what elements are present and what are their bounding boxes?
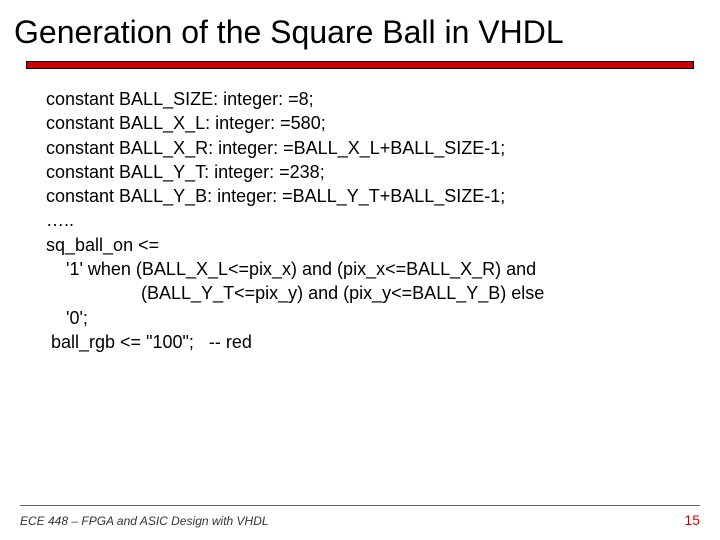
code-line: constant BALL_Y_B: integer: =BALL_Y_T+BA… [46, 184, 680, 208]
footer-divider [20, 505, 700, 506]
code-line: (BALL_Y_T<=pix_y) and (pix_y<=BALL_Y_B) … [46, 281, 680, 305]
page-number: 15 [684, 512, 700, 528]
code-line: constant BALL_X_L: integer: =580; [46, 111, 680, 135]
code-line: constant BALL_X_R: integer: =BALL_X_L+BA… [46, 136, 680, 160]
code-block: constant BALL_SIZE: integer: =8; constan… [46, 87, 680, 354]
footer-course: ECE 448 – FPGA and ASIC Design with VHDL [20, 514, 269, 528]
code-line: constant BALL_SIZE: integer: =8; [46, 87, 680, 111]
code-line: sq_ball_on <= [46, 233, 680, 257]
code-line: ball_rgb <= "100"; -- red [46, 330, 680, 354]
code-line: '0'; [46, 306, 680, 330]
title-underline [26, 61, 694, 69]
code-line: ….. [46, 208, 680, 232]
slide: Generation of the Square Ball in VHDL co… [0, 0, 720, 540]
code-line: '1' when (BALL_X_L<=pix_x) and (pix_x<=B… [46, 257, 680, 281]
slide-title: Generation of the Square Ball in VHDL [0, 0, 720, 59]
code-line: constant BALL_Y_T: integer: =238; [46, 160, 680, 184]
